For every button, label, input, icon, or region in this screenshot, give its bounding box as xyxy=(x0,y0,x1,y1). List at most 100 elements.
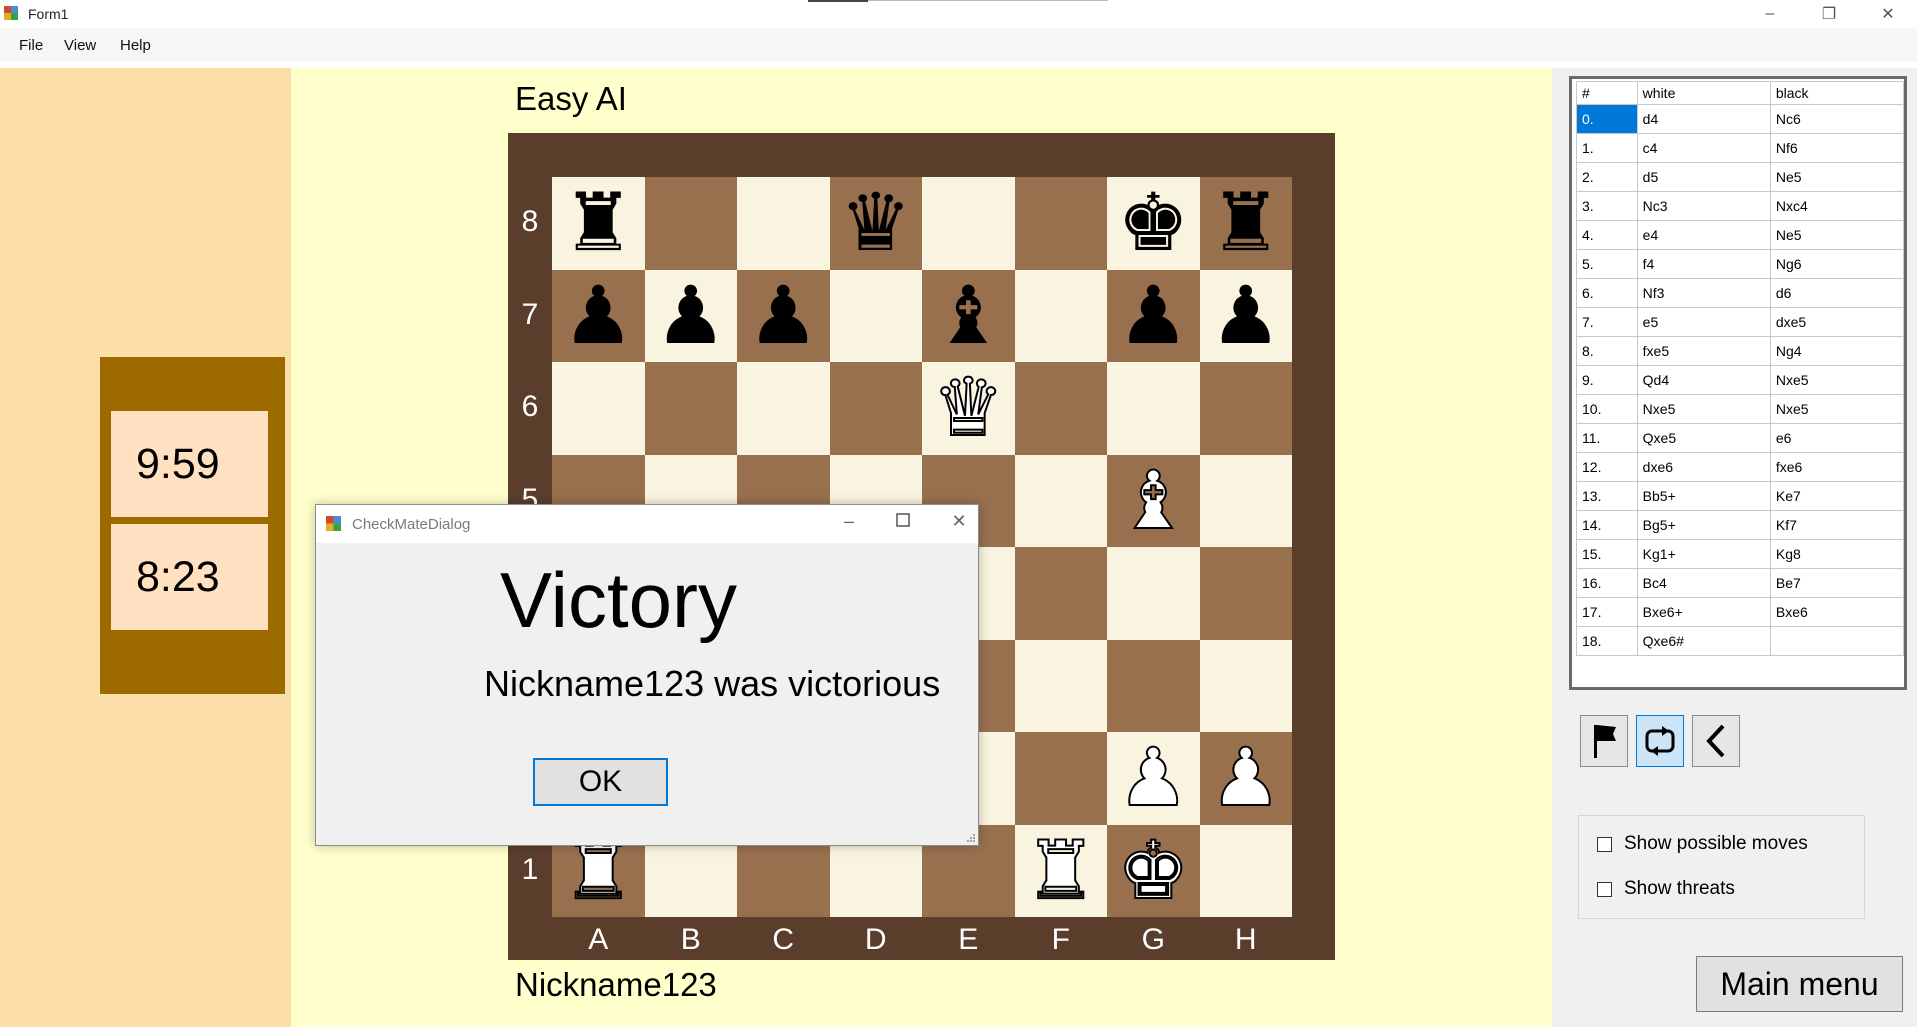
white-move-cell[interactable]: Bxe6+ xyxy=(1636,597,1771,627)
dialog-minimize-button[interactable]: – xyxy=(829,511,869,532)
white-move-cell[interactable]: Qd4 xyxy=(1636,365,1771,395)
black-move-cell[interactable]: Nxe5 xyxy=(1769,394,1905,424)
black-move-cell[interactable]: Nxc4 xyxy=(1769,191,1905,221)
white-move-cell[interactable]: Nxe5 xyxy=(1636,394,1771,424)
move-row[interactable]: 3. Nc3 Nxc4 xyxy=(1576,191,1905,221)
black-move-cell[interactable]: Kf7 xyxy=(1769,510,1905,540)
move-row[interactable]: 9. Qd4 Nxe5 xyxy=(1576,365,1905,395)
flip-board-button[interactable] xyxy=(1636,715,1684,767)
square-g3[interactable] xyxy=(1107,639,1200,732)
black-pawn-icon[interactable]: ♟ xyxy=(562,275,634,356)
black-move-cell[interactable]: Be7 xyxy=(1769,568,1905,598)
white-move-cell[interactable]: Kg1+ xyxy=(1636,539,1771,569)
move-row[interactable]: 14. Bg5+ Kf7 xyxy=(1576,510,1905,540)
square-e6[interactable]: ♛ xyxy=(922,362,1015,455)
square-g2[interactable]: ♟ xyxy=(1107,732,1200,825)
checkbox-unchecked-icon[interactable] xyxy=(1597,836,1612,852)
black-move-cell[interactable] xyxy=(1769,626,1905,656)
square-f5[interactable] xyxy=(1014,454,1107,547)
square-f8[interactable] xyxy=(1014,177,1107,270)
white-move-cell[interactable]: Nc3 xyxy=(1636,191,1771,221)
black-pawn-icon[interactable]: ♟ xyxy=(747,275,819,356)
ok-button[interactable]: OK xyxy=(533,758,668,806)
move-number-cell[interactable]: 5. xyxy=(1576,249,1638,279)
white-move-cell[interactable]: Bb5+ xyxy=(1636,481,1771,511)
black-move-cell[interactable]: Ne5 xyxy=(1769,220,1905,250)
dialog-close-button[interactable]: ✕ xyxy=(939,511,979,532)
square-b8[interactable] xyxy=(644,177,737,270)
move-number-cell[interactable]: 0. xyxy=(1576,104,1638,134)
square-f3[interactable] xyxy=(1014,639,1107,732)
square-c6[interactable] xyxy=(737,362,830,455)
square-g6[interactable] xyxy=(1107,362,1200,455)
square-h2[interactable]: ♟ xyxy=(1199,732,1292,825)
menu-file[interactable]: File xyxy=(19,37,43,54)
square-f7[interactable] xyxy=(1014,269,1107,362)
white-bishop-icon[interactable]: ♝ xyxy=(1116,459,1190,541)
black-queen-icon[interactable]: ♛ xyxy=(840,183,912,263)
move-number-cell[interactable]: 8. xyxy=(1576,336,1638,366)
white-move-cell[interactable]: dxe6 xyxy=(1636,452,1771,482)
square-g7[interactable]: ♟ xyxy=(1107,269,1200,362)
square-a6[interactable] xyxy=(552,362,645,455)
square-g8[interactable]: ♚ xyxy=(1107,177,1200,270)
move-number-cell[interactable]: 10. xyxy=(1576,394,1638,424)
white-move-cell[interactable]: fxe5 xyxy=(1636,336,1771,366)
undo-button[interactable] xyxy=(1692,715,1740,767)
black-move-cell[interactable]: Ng4 xyxy=(1769,336,1905,366)
square-a7[interactable]: ♟ xyxy=(552,269,645,362)
move-number-cell[interactable]: 18. xyxy=(1576,626,1638,656)
square-f2[interactable] xyxy=(1014,732,1107,825)
black-move-cell[interactable]: d6 xyxy=(1769,278,1905,308)
black-bishop-icon[interactable]: ♝ xyxy=(932,275,1004,356)
white-move-cell[interactable]: Qxe5 xyxy=(1636,423,1771,453)
square-f6[interactable] xyxy=(1014,362,1107,455)
white-pawn-icon[interactable]: ♟ xyxy=(1116,737,1190,819)
move-number-cell[interactable]: 15. xyxy=(1576,539,1638,569)
black-move-cell[interactable]: Nf6 xyxy=(1769,133,1905,163)
black-move-cell[interactable]: fxe6 xyxy=(1769,452,1905,482)
white-move-cell[interactable]: d5 xyxy=(1636,162,1771,192)
square-d8[interactable]: ♛ xyxy=(829,177,922,270)
move-row[interactable]: 0. d4 Nc6 xyxy=(1576,104,1905,134)
move-number-cell[interactable]: 14. xyxy=(1576,510,1638,540)
resign-button[interactable] xyxy=(1580,715,1628,767)
square-g5[interactable]: ♝ xyxy=(1107,454,1200,547)
move-row[interactable]: 4. e4 Ne5 xyxy=(1576,220,1905,250)
white-pawn-icon[interactable]: ♟ xyxy=(1209,737,1283,819)
black-rook-icon[interactable]: ♜ xyxy=(562,183,634,263)
square-h7[interactable]: ♟ xyxy=(1199,269,1292,362)
black-move-cell[interactable]: Nxe5 xyxy=(1769,365,1905,395)
move-row[interactable]: 5. f4 Ng6 xyxy=(1576,249,1905,279)
white-move-cell[interactable]: Bc4 xyxy=(1636,568,1771,598)
square-h3[interactable] xyxy=(1199,639,1292,732)
move-row[interactable]: 17. Bxe6+ Bxe6 xyxy=(1576,597,1905,627)
white-rook-icon[interactable]: ♜ xyxy=(1024,829,1098,911)
move-row[interactable]: 1. c4 Nf6 xyxy=(1576,133,1905,163)
move-row[interactable]: 12. dxe6 fxe6 xyxy=(1576,452,1905,482)
white-move-cell[interactable]: f4 xyxy=(1636,249,1771,279)
black-king-icon[interactable]: ♚ xyxy=(1117,183,1189,263)
square-d6[interactable] xyxy=(829,362,922,455)
white-move-cell[interactable]: Bg5+ xyxy=(1636,510,1771,540)
menu-help[interactable]: Help xyxy=(120,37,151,54)
square-b6[interactable] xyxy=(644,362,737,455)
square-c8[interactable] xyxy=(737,177,830,270)
white-move-cell[interactable]: Qxe6# xyxy=(1636,626,1771,656)
white-move-cell[interactable]: e5 xyxy=(1636,307,1771,337)
black-move-cell[interactable]: Ne5 xyxy=(1769,162,1905,192)
show-moves-checkbox[interactable]: Show possible moves xyxy=(1597,833,1808,855)
black-move-cell[interactable]: Kg8 xyxy=(1769,539,1905,569)
move-number-cell[interactable]: 9. xyxy=(1576,365,1638,395)
white-queen-icon[interactable]: ♛ xyxy=(931,367,1005,449)
white-move-cell[interactable]: e4 xyxy=(1636,220,1771,250)
move-number-cell[interactable]: 13. xyxy=(1576,481,1638,511)
show-threats-checkbox[interactable]: Show threats xyxy=(1597,878,1735,900)
header-white[interactable]: white xyxy=(1636,81,1771,105)
maximize-button[interactable]: ❐ xyxy=(1806,0,1852,28)
white-move-cell[interactable]: Nf3 xyxy=(1636,278,1771,308)
square-g4[interactable] xyxy=(1107,547,1200,640)
square-g1[interactable]: ♚ xyxy=(1107,824,1200,917)
square-b7[interactable]: ♟ xyxy=(644,269,737,362)
move-number-cell[interactable]: 4. xyxy=(1576,220,1638,250)
